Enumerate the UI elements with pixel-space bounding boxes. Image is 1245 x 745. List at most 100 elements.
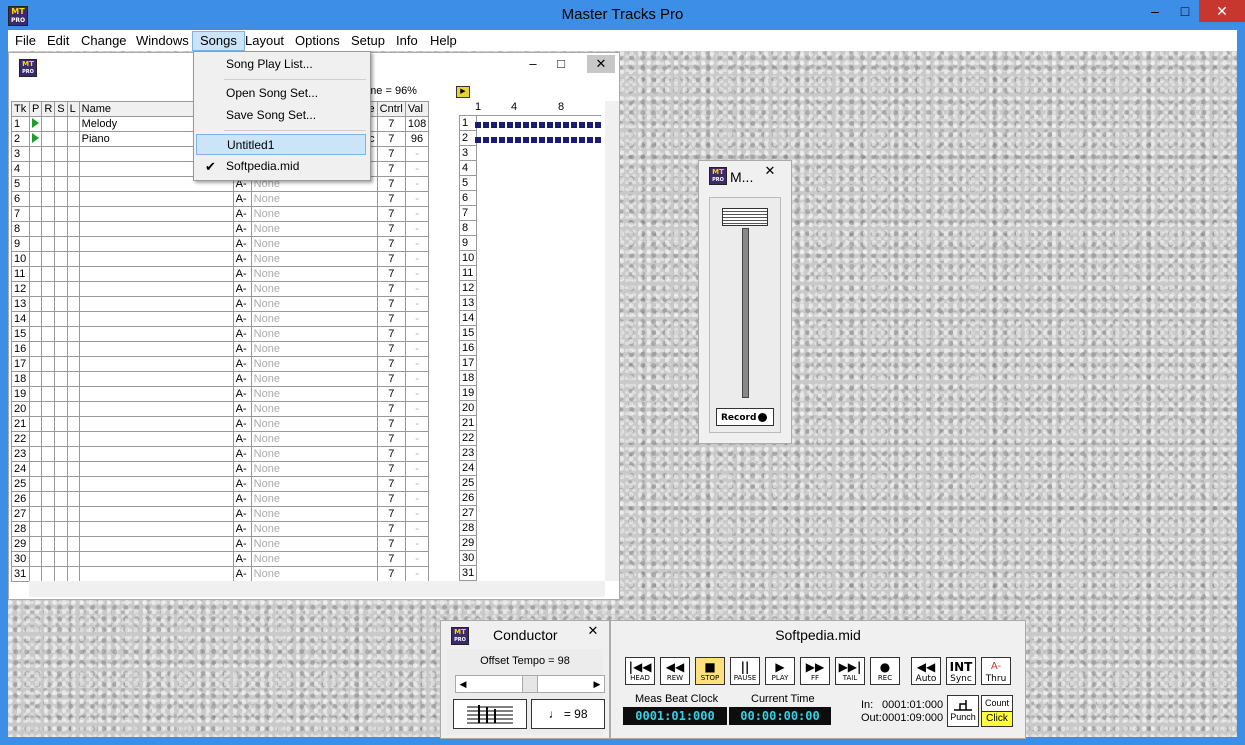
val-cell[interactable]: - (404, 221, 430, 237)
solo-cell[interactable] (54, 326, 68, 342)
conductor-close-button[interactable]: ✕ (581, 623, 605, 641)
instrument-cell[interactable]: None (250, 191, 378, 207)
val-cell[interactable]: - (404, 296, 430, 312)
val-cell[interactable]: - (404, 206, 430, 222)
table-row[interactable]: 31 A- None 7- (11, 566, 430, 582)
track-window-close-button[interactable]: ✕ (587, 55, 615, 73)
menu-song-untitled1[interactable]: Untitled1 (196, 134, 366, 155)
tk-cell[interactable]: 23 (11, 446, 30, 462)
val-cell[interactable]: - (404, 446, 430, 462)
track-name-cell[interactable] (78, 551, 234, 567)
play-cell[interactable] (28, 131, 43, 147)
solo-cell[interactable] (54, 266, 68, 282)
rec-cell[interactable] (41, 116, 56, 132)
loop-cell[interactable] (66, 221, 80, 237)
play-cell[interactable] (28, 116, 43, 132)
loop-cell[interactable] (66, 296, 80, 312)
rec-cell[interactable] (41, 431, 56, 447)
table-row[interactable]: 11 A- None 7- (11, 266, 430, 282)
rec-button[interactable]: ● REC (870, 657, 900, 685)
track-window-minimize-button[interactable]: – (519, 55, 547, 73)
rec-cell[interactable] (41, 341, 56, 357)
channel-cell[interactable]: A- (232, 371, 252, 387)
pause-button[interactable]: || PAUSE (730, 657, 760, 685)
tk-cell[interactable]: 19 (11, 386, 30, 402)
rec-cell[interactable] (41, 221, 56, 237)
channel-cell[interactable]: A- (232, 341, 252, 357)
tk-cell[interactable]: 3 (11, 146, 30, 162)
solo-cell[interactable] (54, 116, 68, 132)
loop-cell[interactable] (66, 446, 80, 462)
val-cell[interactable]: 108 (404, 116, 430, 132)
cntrl-cell[interactable]: 7 (376, 551, 406, 567)
channel-cell[interactable]: A- (232, 206, 252, 222)
val-cell[interactable]: - (404, 341, 430, 357)
col-cntrl[interactable]: Cntrl (376, 101, 406, 117)
play-cell[interactable] (28, 536, 43, 552)
loop-cell[interactable] (66, 116, 80, 132)
tk-cell[interactable]: 21 (11, 416, 30, 432)
tk-cell[interactable]: 5 (11, 176, 30, 192)
cntrl-cell[interactable]: 7 (376, 521, 406, 537)
solo-cell[interactable] (54, 386, 68, 402)
loop-cell[interactable] (66, 176, 80, 192)
val-cell[interactable]: - (404, 266, 430, 282)
instrument-cell[interactable]: None (250, 401, 378, 417)
tk-cell[interactable]: 20 (11, 401, 30, 417)
table-row[interactable]: 6 A- None 7- (11, 191, 430, 207)
table-row[interactable]: 7 A- None 7- (11, 206, 430, 222)
channel-cell[interactable]: A- (232, 236, 252, 252)
solo-cell[interactable] (54, 341, 68, 357)
rec-cell[interactable] (41, 476, 56, 492)
track-name-cell[interactable] (78, 506, 234, 522)
rec-cell[interactable] (41, 566, 56, 582)
rec-cell[interactable] (41, 296, 56, 312)
channel-cell[interactable]: A- (232, 416, 252, 432)
tk-cell[interactable]: 10 (11, 251, 30, 267)
menu-change[interactable]: Change (74, 32, 134, 50)
col-l[interactable]: L (66, 101, 80, 117)
track-name-cell[interactable] (78, 476, 234, 492)
instrument-cell[interactable]: None (250, 371, 378, 387)
table-row[interactable]: 18 A- None 7- (11, 371, 430, 387)
val-cell[interactable]: - (404, 311, 430, 327)
play-cell[interactable] (28, 386, 43, 402)
track-name-cell[interactable] (78, 416, 234, 432)
table-row[interactable]: 30 A- None 7- (11, 551, 430, 567)
tk-cell[interactable]: 14 (11, 311, 30, 327)
play-cell[interactable] (28, 206, 43, 222)
tk-cell[interactable]: 25 (11, 476, 30, 492)
val-cell[interactable]: - (404, 251, 430, 267)
instrument-cell[interactable]: None (250, 446, 378, 462)
track-name-cell[interactable] (78, 191, 234, 207)
instrument-cell[interactable]: None (250, 461, 378, 477)
loop-cell[interactable] (66, 536, 80, 552)
instrument-cell[interactable]: None (250, 416, 378, 432)
channel-cell[interactable]: A- (232, 311, 252, 327)
loop-cell[interactable] (66, 401, 80, 417)
play-cell[interactable] (28, 191, 43, 207)
val-cell[interactable]: - (404, 461, 430, 477)
tk-cell[interactable]: 27 (11, 506, 30, 522)
table-row[interactable]: 22 A- None 7- (11, 431, 430, 447)
cntrl-cell[interactable]: 7 (376, 491, 406, 507)
solo-cell[interactable] (54, 566, 68, 582)
cntrl-cell[interactable]: 7 (376, 191, 406, 207)
play-cell[interactable] (28, 446, 43, 462)
sync-button[interactable]: INT Sync (946, 657, 976, 685)
menu-file[interactable]: File (8, 32, 43, 50)
fader-handle[interactable] (722, 208, 768, 226)
play-cell[interactable] (28, 551, 43, 567)
tk-cell[interactable]: 29 (11, 536, 30, 552)
play-cell[interactable] (28, 326, 43, 342)
instrument-cell[interactable]: None (250, 311, 378, 327)
tk-cell[interactable]: 9 (11, 236, 30, 252)
menu-song-play-list[interactable]: Song Play List... (196, 54, 366, 75)
solo-cell[interactable] (54, 146, 68, 162)
cntrl-cell[interactable]: 7 (376, 221, 406, 237)
punch-in-value[interactable]: 0001:01:000 (882, 699, 943, 711)
table-row[interactable]: 13 A- None 7- (11, 296, 430, 312)
val-cell[interactable]: - (404, 536, 430, 552)
track-name-cell[interactable] (78, 206, 234, 222)
menu-options[interactable]: Options (288, 32, 347, 50)
